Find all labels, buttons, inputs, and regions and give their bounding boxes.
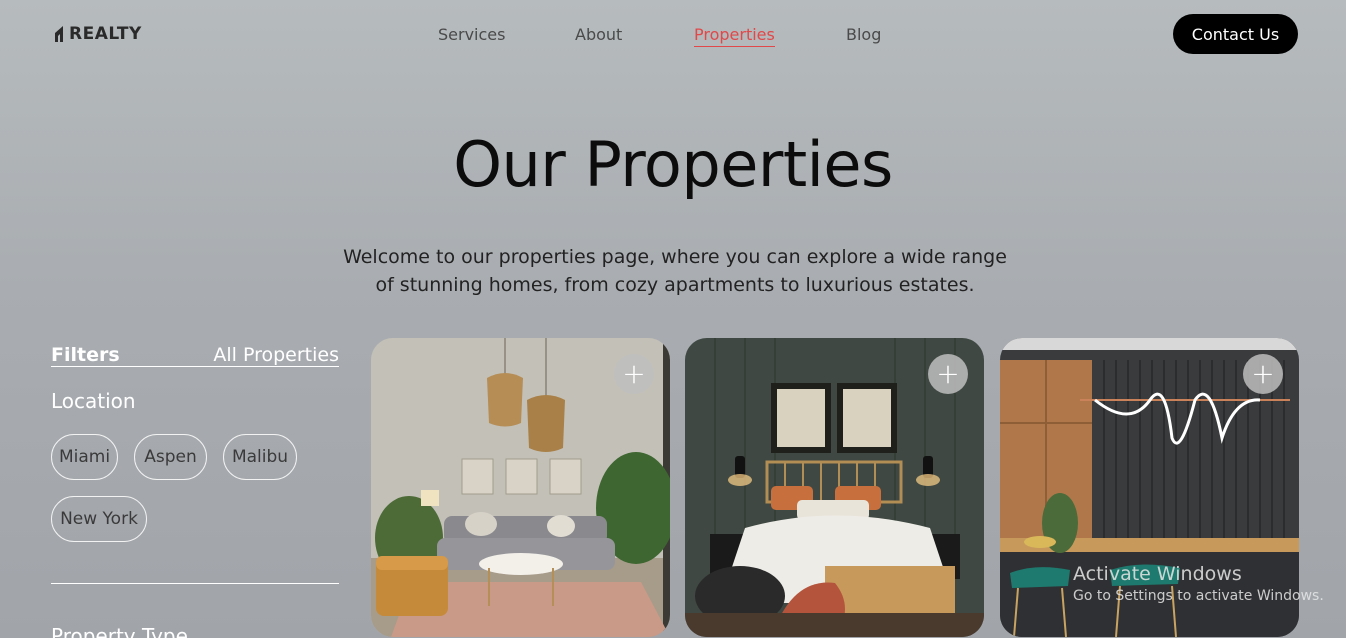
windows-activation-watermark: Activate Windows Go to Settings to activ… — [1073, 563, 1324, 604]
add-property-button[interactable]: + — [928, 354, 968, 394]
all-properties-link[interactable]: All Properties — [213, 344, 339, 366]
nav-item-properties[interactable]: Properties — [694, 24, 775, 47]
location-chip-miami[interactable]: Miami — [51, 434, 118, 480]
location-chip-malibu[interactable]: Malibu — [223, 434, 297, 480]
page-title: Our Properties — [453, 128, 893, 201]
add-property-button[interactable]: + — [614, 354, 654, 394]
location-chip-aspen[interactable]: Aspen — [134, 434, 207, 480]
location-chip-new-york[interactable]: New York — [51, 496, 147, 542]
filters-title: Filters — [51, 344, 120, 366]
location-title: Location — [51, 389, 136, 413]
property-card-bedroom[interactable]: + — [685, 338, 984, 637]
plus-icon: + — [622, 357, 646, 390]
plus-icon: + — [1251, 357, 1275, 390]
filters-panel: Filters All Properties Location Miami As… — [51, 340, 339, 542]
contact-us-button[interactable]: Contact Us — [1173, 14, 1298, 54]
add-property-button[interactable]: + — [1243, 354, 1283, 394]
location-chips: Miami Aspen Malibu New York — [51, 434, 339, 542]
watermark-subtitle: Go to Settings to activate Windows. — [1073, 588, 1324, 604]
nav-item-blog[interactable]: Blog — [846, 24, 881, 46]
nav-item-about[interactable]: About — [575, 24, 622, 46]
nav-item-services[interactable]: Services — [438, 24, 505, 46]
property-card-living-room[interactable]: + — [371, 338, 670, 637]
property-type-title: Property Type — [51, 624, 188, 638]
main-nav: Services About Properties Blog — [0, 24, 1346, 47]
watermark-title: Activate Windows — [1073, 563, 1242, 585]
page-description: Welcome to our properties page, where yo… — [343, 246, 1007, 296]
filters-header: Filters All Properties — [51, 340, 339, 367]
plus-icon: + — [936, 357, 960, 390]
filters-divider — [51, 583, 339, 584]
